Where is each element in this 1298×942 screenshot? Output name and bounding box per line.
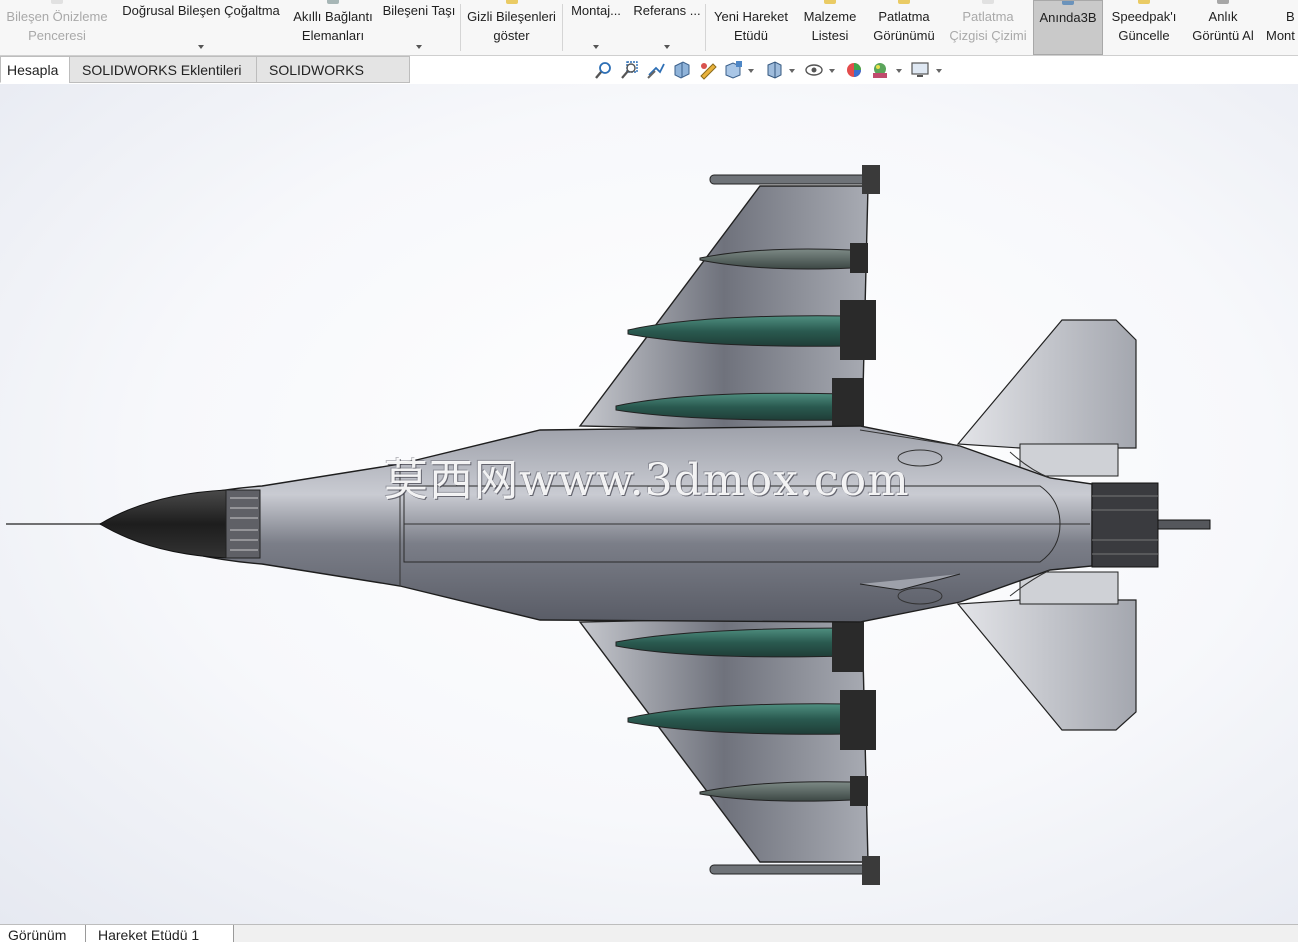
new-motion-study-button[interactable]: Yeni Hareket Etüdü [706,0,796,55]
large-assembly-button[interactable]: B Mont [1262,0,1298,55]
move-component-button[interactable]: Bileşeni Taşı [378,0,460,55]
button-label: Görüntü Al [1192,28,1254,43]
button-label: Güncelle [1118,28,1170,43]
view-orientation-icon[interactable] [724,60,744,80]
tab-solidworks-mbd[interactable]: SOLIDWORKS MBD [256,56,410,104]
command-manager-ribbon: Bileşen Önizleme Penceresi Doğrusal Bile… [0,0,1298,56]
button-label: Montaj... [571,3,621,18]
button-label: Yeni Hareket [714,9,788,24]
tab-solidworks-addins[interactable]: SOLIDWORKS Eklentileri [69,56,257,83]
graphics-area[interactable]: 莫西网www.3dmox.com [0,84,1298,924]
chevron-down-icon[interactable] [936,69,942,73]
button-label: Görünümü [873,28,935,43]
button-label: Etüdü [734,28,768,43]
chevron-down-icon[interactable] [593,45,599,49]
take-snapshot-button[interactable]: Anlık Görüntü Al [1184,0,1262,55]
button-label: Penceresi [28,28,86,43]
button-label: Listesi [811,28,849,43]
instant3d-button[interactable]: Anında3B [1033,0,1103,55]
chevron-down-icon[interactable] [829,69,835,73]
update-speedpak-button[interactable]: Speedpak'ı Güncelle [1104,0,1184,55]
explode-line-sketch-button[interactable]: Patlatma Çizgisi Çizimi [944,0,1032,55]
bill-of-materials-button[interactable]: Malzeme Listesi [796,0,864,55]
button-label: göster [493,28,530,43]
chevron-down-icon[interactable] [198,45,204,49]
smart-fasteners-button[interactable]: Akıllı Bağlantı Elemanları [288,0,378,55]
chevron-down-icon[interactable] [896,69,902,73]
apply-scene-icon[interactable] [870,60,890,80]
button-label: Elemanları [301,28,365,43]
reference-geometry-button[interactable]: Referans ... [629,0,705,55]
chevron-down-icon[interactable] [664,45,670,49]
hide-show-items-icon[interactable] [804,60,824,80]
component-preview-window-button[interactable]: Bileşen Önizleme Penceresi [0,0,114,55]
show-hidden-components-button[interactable]: Gizli Bileşenleri göster [461,0,562,55]
dynamic-annotation-icon[interactable] [698,60,718,80]
view-settings-icon[interactable] [910,60,930,80]
button-label: Doğrusal Bileşen Çoğaltma [122,3,280,18]
chevron-down-icon[interactable] [748,69,754,73]
section-view-icon[interactable] [672,60,692,80]
tab-motion-study[interactable]: Hareket Etüdü 1 [86,925,234,942]
previous-view-icon[interactable] [646,60,666,80]
zoom-area-icon[interactable] [620,60,640,80]
tab-model-view[interactable]: Görünüm [0,925,86,942]
assembly-features-button[interactable]: Montaj... [563,0,629,55]
button-label: B [1286,9,1295,24]
button-label: Referans ... [633,3,701,18]
button-label: Çizgisi Çizimi [949,28,1027,43]
zoom-to-fit-icon[interactable] [594,60,614,80]
button-label: Bileşeni Taşı [382,3,456,18]
bottom-tab-bar: Görünüm Hareket Etüdü 1 [0,924,1298,942]
chevron-down-icon[interactable] [416,45,422,49]
tab-evaluate[interactable]: Hesapla [0,56,70,83]
chevron-down-icon[interactable] [789,69,795,73]
linear-component-pattern-button[interactable]: Doğrusal Bileşen Çoğaltma [114,0,288,55]
exploded-view-button[interactable]: Patlatma Görünümü [864,0,944,55]
watermark-text: 莫西网www.3dmox.com [384,455,910,506]
button-label: Mont [1266,28,1295,43]
edit-appearance-icon[interactable] [844,60,864,80]
display-style-icon[interactable] [764,60,784,80]
